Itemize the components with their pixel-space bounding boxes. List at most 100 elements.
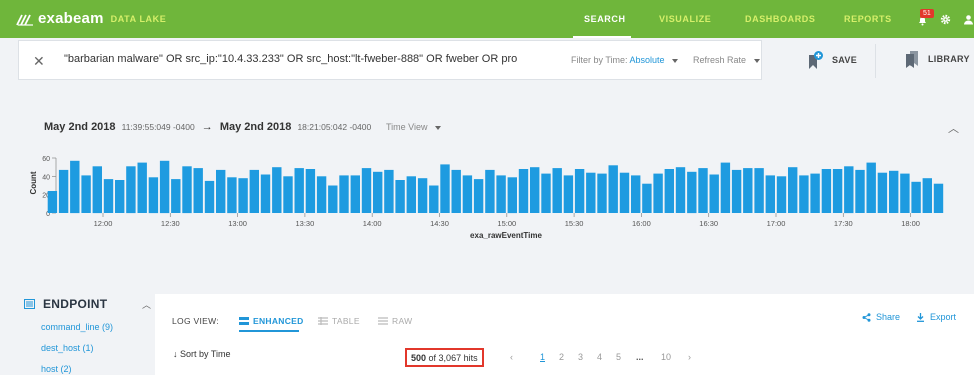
- histogram-bar[interactable]: [855, 169, 865, 213]
- histogram-bar[interactable]: [810, 173, 820, 213]
- nav-dashboards[interactable]: DASHBOARDS: [745, 14, 816, 24]
- refresh-rate-dropdown[interactable]: Refresh Rate: [693, 55, 760, 65]
- histogram-bar[interactable]: [216, 169, 226, 213]
- histogram-bar[interactable]: [294, 168, 304, 213]
- histogram-bar[interactable]: [597, 173, 607, 213]
- histogram-bar[interactable]: [619, 172, 630, 213]
- tab-table[interactable]: TABLE: [318, 316, 360, 326]
- histogram-bar[interactable]: [844, 166, 854, 214]
- nav-visualize[interactable]: VISUALIZE: [659, 14, 711, 24]
- histogram-bar[interactable]: [171, 179, 181, 213]
- histogram-bar[interactable]: [821, 169, 832, 213]
- histogram-bar[interactable]: [709, 174, 719, 214]
- next-page-icon[interactable]: ›: [688, 352, 691, 362]
- sidebar-field-dest-host[interactable]: dest_host (1): [41, 343, 94, 353]
- nav-reports[interactable]: REPORTS: [844, 14, 892, 24]
- histogram-bar[interactable]: [227, 177, 237, 214]
- sort-by-time-button[interactable]: ↓ Sort by Time: [173, 349, 231, 359]
- histogram-bar[interactable]: [653, 173, 663, 213]
- histogram-bar[interactable]: [126, 166, 136, 214]
- user-icon[interactable]: [963, 14, 974, 25]
- histogram-bar[interactable]: [933, 183, 944, 213]
- histogram-bar[interactable]: [238, 178, 248, 213]
- histogram-bar[interactable]: [743, 168, 753, 213]
- gear-icon[interactable]: [940, 14, 951, 25]
- histogram-bar[interactable]: [799, 175, 809, 213]
- histogram-bar[interactable]: [272, 167, 282, 213]
- page-link[interactable]: 10: [661, 352, 671, 362]
- histogram-bar[interactable]: [832, 169, 843, 213]
- histogram-bar[interactable]: [103, 179, 114, 213]
- histogram-bar[interactable]: [541, 173, 551, 213]
- histogram-bar[interactable]: [305, 169, 316, 213]
- page-link[interactable]: 5: [616, 352, 621, 362]
- prev-page-icon[interactable]: ‹: [510, 352, 513, 362]
- histogram-bar[interactable]: [563, 175, 574, 213]
- sidebar-field-host[interactable]: host (2): [41, 364, 72, 374]
- search-query-input[interactable]: "barbarian malware" OR src_ip:"10.4.33.2…: [64, 53, 517, 65]
- histogram-bar[interactable]: [720, 162, 731, 213]
- histogram-bar[interactable]: [530, 167, 540, 213]
- histogram-bar[interactable]: [496, 175, 506, 213]
- histogram-bar[interactable]: [462, 175, 473, 213]
- page-link[interactable]: 4: [597, 352, 602, 362]
- histogram-bar[interactable]: [429, 185, 439, 214]
- histogram-bar[interactable]: [47, 191, 58, 213]
- share-button[interactable]: Share: [862, 312, 900, 322]
- histogram-bar[interactable]: [485, 169, 495, 213]
- histogram-bar[interactable]: [193, 168, 203, 213]
- histogram-bar[interactable]: [675, 167, 686, 213]
- collapse-chart-icon[interactable]: ︿: [948, 120, 959, 136]
- collapse-section-icon[interactable]: ︿: [142, 298, 151, 311]
- histogram-bar[interactable]: [866, 162, 876, 213]
- histogram-bar[interactable]: [81, 175, 91, 213]
- histogram-bar[interactable]: [58, 169, 69, 213]
- histogram-bar[interactable]: [182, 166, 192, 214]
- histogram-bar[interactable]: [754, 168, 764, 213]
- clear-search-icon[interactable]: ✕: [33, 53, 45, 70]
- histogram-bar[interactable]: [731, 169, 742, 213]
- histogram-bar[interactable]: [350, 175, 360, 213]
- histogram-bar[interactable]: [586, 172, 596, 213]
- page-link[interactable]: 3: [578, 352, 583, 362]
- time-view-dropdown[interactable]: Time View: [386, 122, 442, 132]
- histogram-bar[interactable]: [922, 178, 932, 213]
- histogram-bar[interactable]: [877, 172, 888, 213]
- histogram-bar[interactable]: [137, 162, 147, 213]
- histogram-bar[interactable]: [406, 176, 416, 213]
- histogram-bar[interactable]: [518, 169, 529, 213]
- histogram-bar[interactable]: [115, 180, 125, 213]
- tab-enhanced[interactable]: ENHANCED: [239, 316, 304, 326]
- histogram-bar[interactable]: [642, 183, 652, 213]
- histogram-bar[interactable]: [889, 170, 899, 213]
- histogram-bar[interactable]: [384, 169, 394, 213]
- histogram-bar[interactable]: [373, 171, 383, 214]
- histogram-bar[interactable]: [574, 169, 585, 213]
- page-link[interactable]: 2: [559, 352, 564, 362]
- histogram-bar[interactable]: [316, 176, 327, 213]
- page-link[interactable]: 1: [540, 352, 545, 362]
- histogram-bar[interactable]: [900, 173, 910, 213]
- nav-search[interactable]: SEARCH: [584, 14, 626, 24]
- histogram-bar[interactable]: [328, 185, 338, 214]
- brand-logo[interactable]: exabeam DATA LAKE: [16, 10, 166, 27]
- histogram-bar[interactable]: [440, 164, 450, 213]
- histogram-bar[interactable]: [339, 175, 349, 213]
- histogram-bar[interactable]: [687, 171, 697, 214]
- sidebar-field-command-line[interactable]: command_line (9): [41, 322, 113, 332]
- histogram-bar[interactable]: [260, 174, 271, 214]
- histogram-bar[interactable]: [92, 166, 102, 214]
- histogram-bar[interactable]: [473, 179, 484, 213]
- endpoint-section-header[interactable]: ENDPOINT: [24, 297, 107, 311]
- histogram-bar[interactable]: [631, 175, 641, 213]
- histogram-bar[interactable]: [788, 167, 798, 213]
- export-button[interactable]: Export: [916, 312, 956, 322]
- histogram-bar[interactable]: [664, 169, 674, 213]
- histogram-bar[interactable]: [507, 177, 517, 214]
- save-search-button[interactable]: SAVE: [806, 50, 857, 70]
- histogram-bar[interactable]: [608, 165, 618, 213]
- histogram-bar[interactable]: [159, 160, 170, 214]
- histogram-bar[interactable]: [911, 181, 921, 213]
- histogram-bar[interactable]: [204, 180, 215, 213]
- histogram-bar[interactable]: [417, 178, 428, 213]
